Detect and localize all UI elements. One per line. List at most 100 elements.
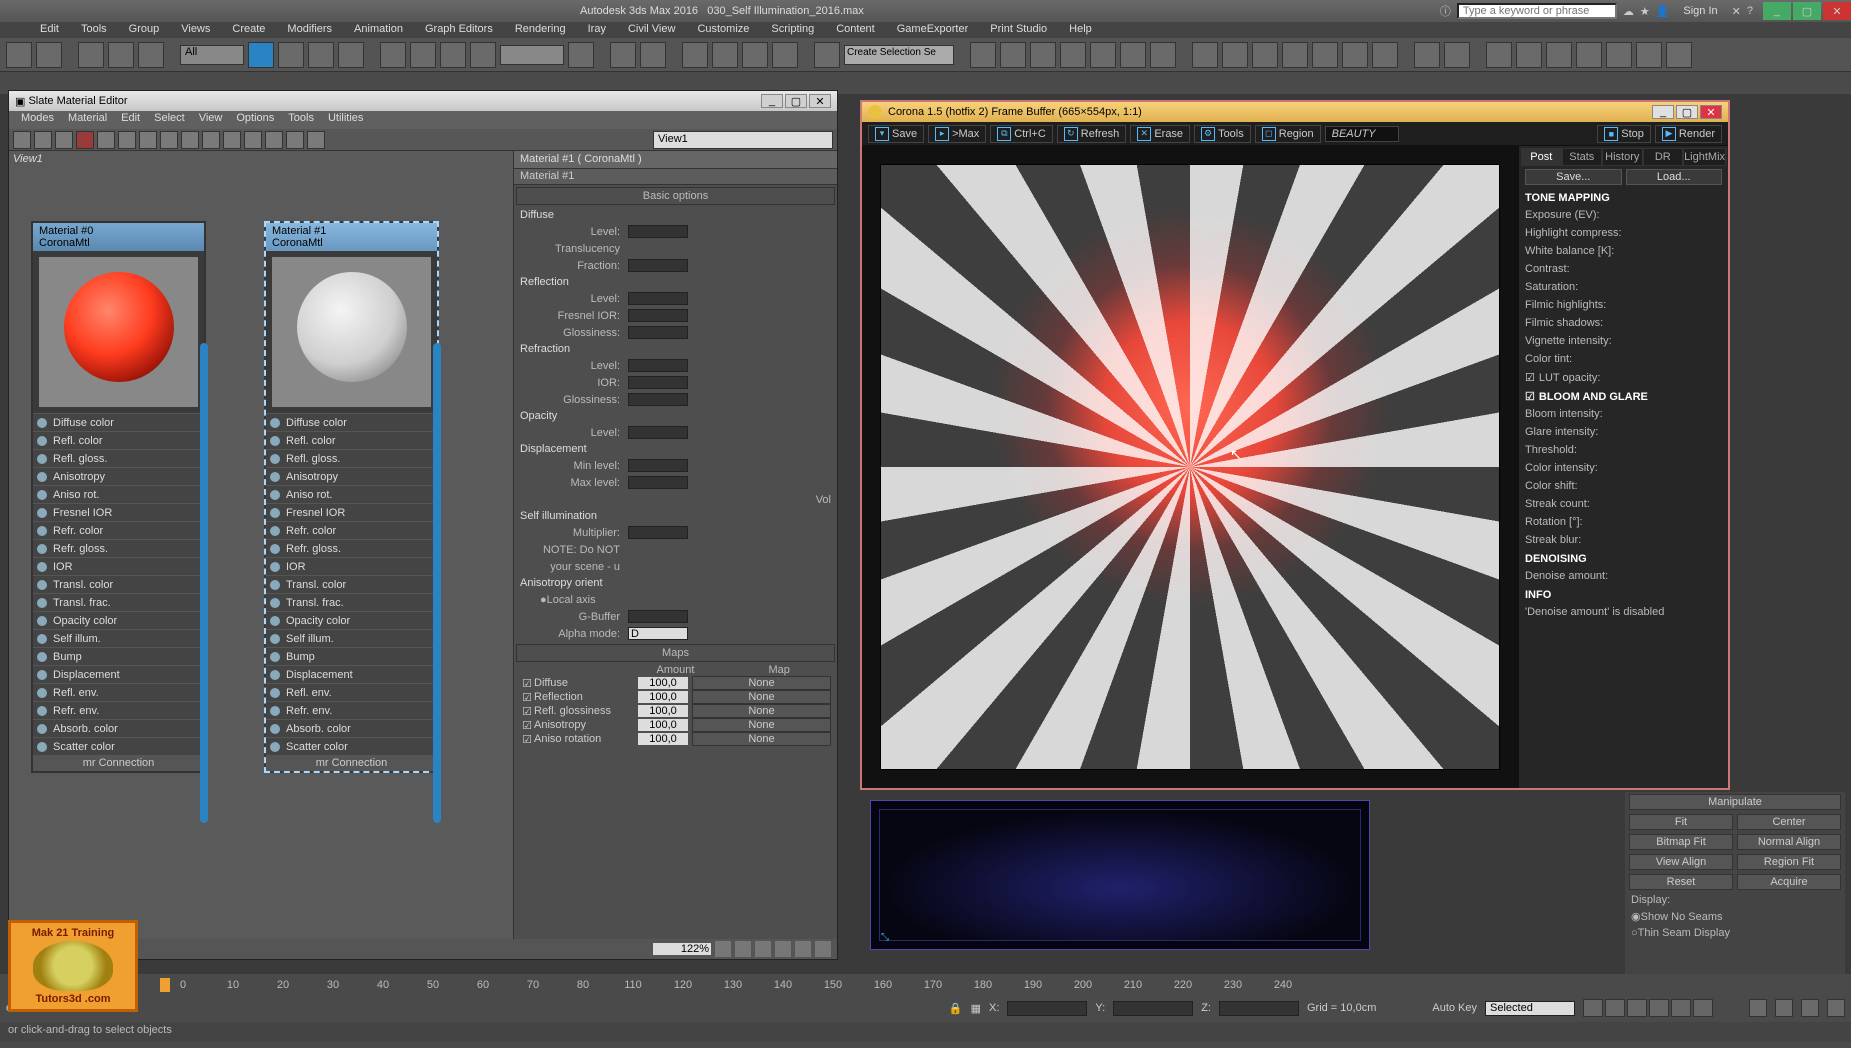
keymode-dropdown[interactable]: Selected	[1485, 1001, 1575, 1016]
mat1-slot-0[interactable]: Diffuse color	[266, 413, 437, 431]
corona-tab-history[interactable]: History	[1602, 148, 1643, 166]
slot-port-icon[interactable]	[37, 652, 47, 662]
slot-port-icon[interactable]	[270, 544, 280, 554]
refl-gloss-input[interactable]	[628, 326, 688, 339]
slot-port-icon[interactable]	[37, 490, 47, 500]
mat0-slot-4[interactable]: Aniso rot.	[33, 485, 204, 503]
refr-gloss-input[interactable]	[628, 393, 688, 406]
fraction-input[interactable]	[628, 259, 688, 272]
align-button[interactable]	[1000, 42, 1026, 68]
angle-snap-button[interactable]	[712, 42, 738, 68]
corona-save-settings-button[interactable]: Save...	[1525, 169, 1622, 185]
corona-load-settings-button[interactable]: Load...	[1626, 169, 1723, 185]
multiplier-input[interactable]	[628, 526, 688, 539]
corona-tools-button[interactable]: ⚙Tools	[1194, 125, 1251, 143]
corona-refresh-button[interactable]: ↻Refresh	[1057, 125, 1127, 143]
map-amount-input[interactable]: 100,0	[638, 691, 688, 703]
slot-port-icon[interactable]	[270, 652, 280, 662]
fit-button[interactable]: Fit	[1629, 814, 1733, 830]
opacity-level-input[interactable]	[628, 426, 688, 439]
nav-2-button[interactable]	[1775, 999, 1793, 1017]
render-iterate-button[interactable]	[1282, 42, 1308, 68]
mat1-output-rail[interactable]	[433, 343, 441, 823]
scale-button[interactable]	[440, 42, 466, 68]
mat1-slot-11[interactable]: Opacity color	[266, 611, 437, 629]
mat1-slot-18[interactable]: Scatter color	[266, 737, 437, 755]
manipulate-button[interactable]: Manipulate	[1629, 794, 1841, 810]
slot-port-icon[interactable]	[270, 580, 280, 590]
cloud-icon[interactable]: ☁	[1623, 5, 1634, 18]
link-button[interactable]	[78, 42, 104, 68]
move-button[interactable]	[380, 42, 406, 68]
next-frame-button[interactable]	[1649, 999, 1669, 1017]
slate-zoom-input[interactable]: 122%	[653, 943, 711, 955]
material-editor-button[interactable]	[1150, 42, 1176, 68]
slot-port-icon[interactable]	[37, 418, 47, 428]
reset-button[interactable]: Reset	[1629, 874, 1733, 890]
local-axis-radio[interactable]: Local axis	[547, 594, 596, 606]
corona-tab-stats[interactable]: Stats	[1562, 148, 1603, 166]
menu-rendering[interactable]: Rendering	[505, 22, 576, 36]
acquire-button[interactable]: Acquire	[1737, 874, 1841, 890]
slot-port-icon[interactable]	[270, 454, 280, 464]
bloom-checkbox[interactable]	[1525, 391, 1539, 403]
spinner-snap-button[interactable]	[772, 42, 798, 68]
slot-port-icon[interactable]	[270, 706, 280, 716]
refr-level-input[interactable]	[628, 359, 688, 372]
region-fit-button[interactable]: Region Fit	[1737, 854, 1841, 870]
map-checkbox[interactable]: ☑	[520, 691, 534, 704]
slate-menu-modes[interactable]: Modes	[15, 111, 60, 129]
mat0-slot-0[interactable]: Diffuse color	[33, 413, 204, 431]
ext-04-button[interactable]	[1516, 42, 1542, 68]
bitmap-fit-button[interactable]: Bitmap Fit	[1629, 834, 1733, 850]
slate-minimize-button[interactable]: _	[761, 94, 783, 108]
menu-civil-view[interactable]: Civil View	[618, 22, 685, 36]
mat0-slot-7[interactable]: Refr. gloss.	[33, 539, 204, 557]
slot-port-icon[interactable]	[37, 706, 47, 716]
slate-assign-icon[interactable]	[55, 131, 73, 149]
ext-09-button[interactable]	[1666, 42, 1692, 68]
mat1-slot-17[interactable]: Absorb. color	[266, 719, 437, 737]
slot-port-icon[interactable]	[270, 724, 280, 734]
corona-render-button[interactable]: ▶Render	[1655, 125, 1722, 143]
slate-layout-icon[interactable]	[795, 941, 811, 957]
play-button[interactable]	[1627, 999, 1647, 1017]
fresnel-ior-input[interactable]	[628, 309, 688, 322]
window-minimize-button[interactable]: _	[1763, 2, 1791, 20]
slate-zoomext-icon[interactable]	[755, 941, 771, 957]
slate-menu-material[interactable]: Material	[62, 111, 113, 129]
mat1-slot-2[interactable]: Refl. gloss.	[266, 449, 437, 467]
menu-scripting[interactable]: Scripting	[761, 22, 824, 36]
slate-pan-icon[interactable]	[715, 941, 731, 957]
maps-row-1[interactable]: ☑Reflection100,0None	[520, 690, 831, 704]
slot-port-icon[interactable]	[37, 724, 47, 734]
info-icon[interactable]: ⓘ	[1440, 3, 1451, 19]
slate-pick-icon[interactable]	[13, 131, 31, 149]
material-node-0[interactable]: Material #0 CoronaMtl Diffuse colorRefl.…	[31, 221, 206, 773]
corona-maximize-button[interactable]: ▢	[1676, 105, 1698, 119]
rendered-frame-button[interactable]	[1222, 42, 1248, 68]
reference-coord-dropdown[interactable]	[500, 45, 564, 65]
menu-edit[interactable]: Edit	[30, 22, 69, 36]
mat1-slot-4[interactable]: Aniso rot.	[266, 485, 437, 503]
material-node-1[interactable]: Material #1 CoronaMtl Diffuse colorRefl.…	[264, 221, 439, 773]
map-amount-input[interactable]: 100,0	[638, 677, 688, 689]
lut-checkbox[interactable]: LUT opacity:	[1525, 371, 1722, 384]
menu-content[interactable]: Content	[826, 22, 885, 36]
window-close-button[interactable]: ✕	[1823, 2, 1851, 20]
slate-close-button[interactable]: ✕	[809, 94, 831, 108]
menu-print-studio[interactable]: Print Studio	[980, 22, 1057, 36]
slot-port-icon[interactable]	[270, 634, 280, 644]
x-input[interactable]	[1007, 1001, 1087, 1016]
slate-fit-icon[interactable]	[815, 941, 831, 957]
mat1-slot-15[interactable]: Refl. env.	[266, 683, 437, 701]
mat0-slot-12[interactable]: Self illum.	[33, 629, 204, 647]
perspective-wireframe-viewport[interactable]: ⤡	[870, 800, 1370, 950]
pivot-button[interactable]	[568, 42, 594, 68]
user-icon[interactable]: 👤	[1656, 5, 1670, 18]
nav-1-button[interactable]	[1749, 999, 1767, 1017]
max-level-input[interactable]	[628, 476, 688, 489]
mat0-slot-6[interactable]: Refr. color	[33, 521, 204, 539]
slate-maximize-button[interactable]: ▢	[785, 94, 807, 108]
slot-port-icon[interactable]	[37, 544, 47, 554]
